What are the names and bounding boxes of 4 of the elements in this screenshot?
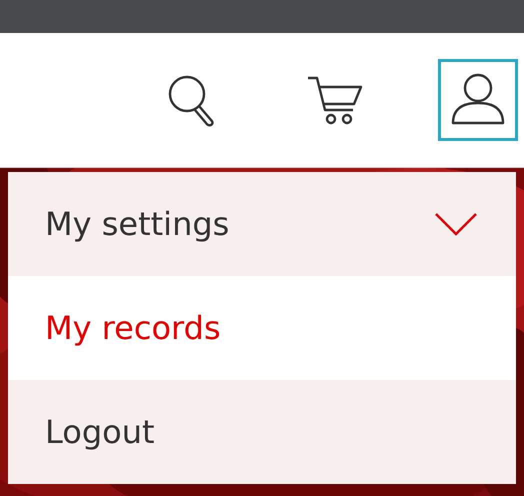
- menu-item[interactable]: My records: [8, 276, 516, 380]
- account-button[interactable]: [438, 59, 518, 141]
- menu-item[interactable]: Logout: [8, 380, 516, 484]
- menu-item[interactable]: My settings: [8, 172, 516, 276]
